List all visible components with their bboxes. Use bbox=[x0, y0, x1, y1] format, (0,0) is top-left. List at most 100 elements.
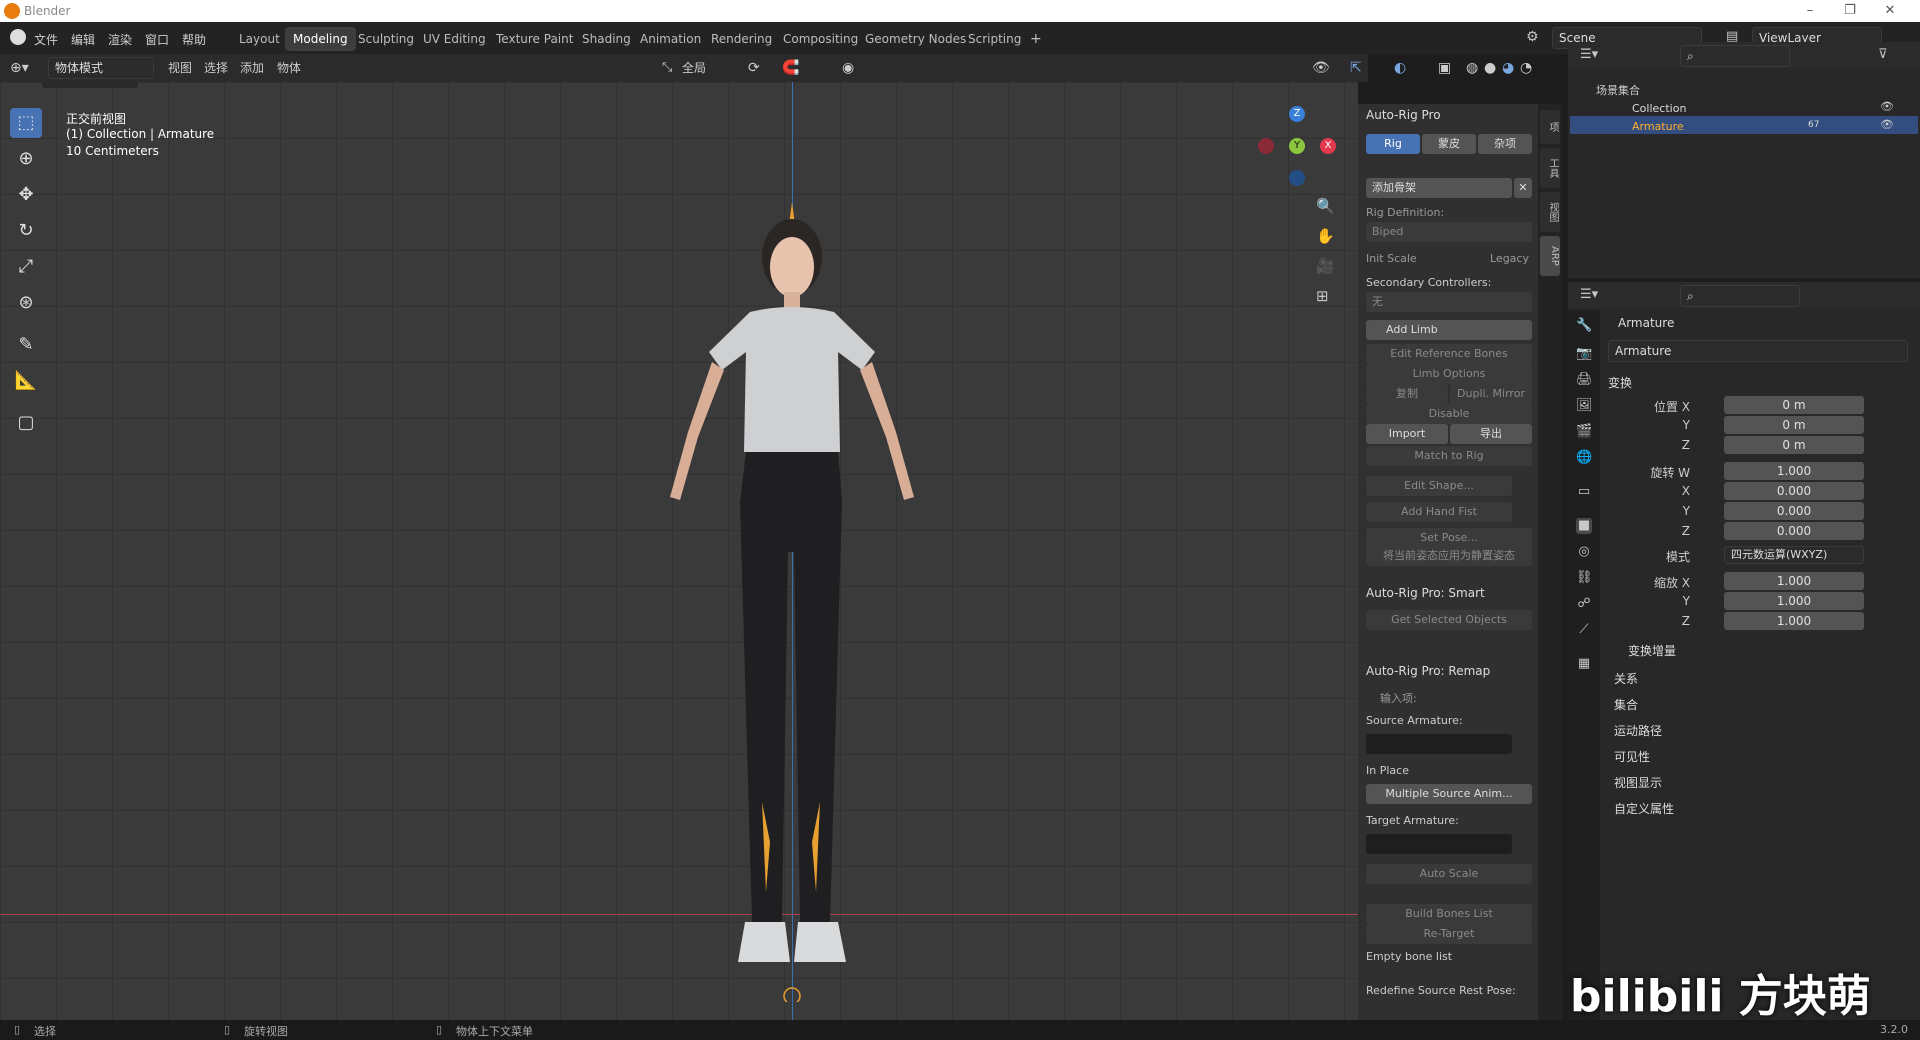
tab-uv-editing[interactable]: UV Editing bbox=[415, 27, 494, 51]
arp-panel-title[interactable]: Auto-Rig Pro bbox=[1366, 108, 1441, 122]
remove-armature-icon[interactable]: ✕ bbox=[1514, 178, 1532, 198]
outliner-editor-icon[interactable]: ☰▾ bbox=[1580, 47, 1598, 62]
rotate-icon[interactable]: ↻ bbox=[10, 216, 42, 246]
armature-data-tab-icon[interactable]: ☍ bbox=[1576, 596, 1592, 612]
tab-compositing[interactable]: Compositing bbox=[775, 27, 866, 51]
filter-icon[interactable]: ⊽ bbox=[1878, 47, 1888, 62]
rotation-z-field[interactable]: 0.000 bbox=[1724, 522, 1864, 540]
wireframe-shading-icon[interactable]: ◍ bbox=[1466, 58, 1478, 78]
3d-viewport[interactable]: 选项 正交前视图 (1) Collection | Armature 10 Ce… bbox=[0, 82, 1358, 1020]
scene-tab-icon[interactable]: 🎬 bbox=[1576, 424, 1592, 440]
match-to-rig-button[interactable]: Match to Rig bbox=[1366, 446, 1532, 466]
tab-scripting[interactable]: Scripting bbox=[960, 27, 1029, 51]
target-armature-field[interactable] bbox=[1366, 834, 1512, 854]
pivot-icon[interactable]: ⟳ bbox=[748, 58, 760, 78]
build-bones-list-button[interactable]: Build Bones List bbox=[1366, 904, 1532, 924]
menu-object[interactable]: 物体 bbox=[277, 58, 301, 78]
gizmo-x[interactable]: X bbox=[1320, 138, 1336, 154]
select-mode-buttons[interactable] bbox=[42, 82, 138, 88]
character-model[interactable] bbox=[600, 202, 980, 1002]
rotation-mode-dropdown[interactable]: 四元数运算(WXYZ) bbox=[1724, 546, 1864, 564]
bone-tab-icon[interactable]: ⟋ bbox=[1576, 622, 1592, 638]
add-hand-fist-button[interactable]: Add Hand Fist bbox=[1366, 502, 1512, 522]
blender-menu-icon[interactable] bbox=[10, 29, 26, 45]
location-z-field[interactable]: 0 m bbox=[1724, 436, 1864, 454]
add-limb-dropdown[interactable]: Add Limb bbox=[1366, 320, 1532, 340]
edit-reference-bones-button[interactable]: Edit Reference Bones bbox=[1366, 344, 1532, 364]
tab-rig[interactable]: Rig bbox=[1366, 134, 1420, 154]
tab-animation[interactable]: Animation bbox=[632, 27, 709, 51]
sidebar-tab-arp[interactable]: ARP bbox=[1540, 236, 1560, 276]
add-workspace-button[interactable]: + bbox=[1022, 27, 1050, 51]
tab-geometry-nodes[interactable]: Geometry Nodes bbox=[857, 27, 974, 51]
cursor-icon[interactable]: ⊕ bbox=[10, 144, 42, 174]
menu-add[interactable]: 添加 bbox=[240, 58, 264, 78]
overlay-icon[interactable]: ◐ bbox=[1394, 58, 1406, 78]
orientation-dropdown[interactable]: 全局 bbox=[682, 58, 706, 78]
visibility-section[interactable]: 可见性 bbox=[1614, 748, 1650, 765]
output-tab-icon[interactable]: 🖨 bbox=[1576, 372, 1593, 388]
relations-section[interactable]: 关系 bbox=[1614, 670, 1638, 687]
tab-texture-paint[interactable]: Texture Paint bbox=[488, 27, 581, 51]
gizmo-neg-x[interactable] bbox=[1258, 138, 1274, 154]
scale-z-field[interactable]: 1.000 bbox=[1724, 612, 1864, 630]
limb-options-button[interactable]: Limb Options bbox=[1366, 364, 1532, 384]
delta-transform-section[interactable]: 变换增量 bbox=[1628, 642, 1676, 659]
pan-hand-icon[interactable]: ✋ bbox=[1316, 227, 1335, 245]
collection-row[interactable]: Collection bbox=[1632, 102, 1686, 115]
menu-render[interactable]: 渲染 bbox=[108, 31, 132, 48]
tab-sculpting[interactable]: Sculpting bbox=[350, 27, 422, 51]
armature-row[interactable] bbox=[1570, 116, 1918, 134]
menu-view[interactable]: 视图 bbox=[168, 58, 192, 78]
location-x-field[interactable]: 0 m bbox=[1724, 396, 1864, 414]
scale-x-field[interactable]: 1.000 bbox=[1724, 572, 1864, 590]
datablock-field[interactable]: Armature bbox=[1608, 340, 1908, 362]
orientation-icon[interactable]: ⤡ bbox=[662, 58, 672, 78]
xray-icon[interactable]: ▣ bbox=[1438, 58, 1451, 78]
annotate-icon[interactable]: ✎ bbox=[10, 330, 42, 360]
select-box-icon[interactable]: ⬚ bbox=[10, 108, 42, 138]
mode-dropdown[interactable]: 物体模式 bbox=[48, 57, 154, 79]
solid-shading-icon[interactable]: ● bbox=[1484, 58, 1496, 78]
object-tab-icon[interactable]: ■ bbox=[1576, 518, 1592, 534]
outliner-search-input[interactable]: ⌕ bbox=[1680, 45, 1790, 67]
gizmo-icon[interactable]: ⇱ bbox=[1350, 58, 1362, 78]
grid-view-icon[interactable]: ⊞ bbox=[1316, 287, 1329, 305]
init-scale-checkbox[interactable]: Init Scale bbox=[1366, 252, 1417, 265]
tab-rendering[interactable]: Rendering bbox=[703, 27, 780, 51]
rendered-shading-icon[interactable]: ◔ bbox=[1520, 58, 1532, 78]
menu-help[interactable]: 帮助 bbox=[182, 31, 206, 48]
snap-icon[interactable]: 🧲 bbox=[782, 58, 799, 78]
zoom-icon[interactable]: 🔍 bbox=[1316, 197, 1335, 215]
tab-skin[interactable]: 蒙皮 bbox=[1422, 134, 1476, 154]
transform-section[interactable]: 变换 bbox=[1608, 374, 1632, 391]
minimize-icon[interactable]: – bbox=[1790, 0, 1830, 22]
visibility-eye-icon[interactable]: 👁 bbox=[1880, 100, 1894, 113]
sidebar-tab-tool[interactable]: 工具 bbox=[1540, 148, 1560, 188]
source-armature-field[interactable] bbox=[1366, 734, 1512, 754]
physics-tab-icon[interactable]: ◎ bbox=[1576, 544, 1592, 560]
armature-row-label[interactable]: Armature bbox=[1632, 120, 1684, 133]
view-layer-tab-icon[interactable]: 🖼 bbox=[1576, 398, 1593, 414]
gizmo-z[interactable]: Z bbox=[1289, 106, 1305, 122]
custom-properties-section[interactable]: 自定义属性 bbox=[1614, 800, 1674, 817]
disable-button[interactable]: Disable bbox=[1366, 404, 1532, 424]
visibility-icon[interactable]: 👁 bbox=[1312, 58, 1330, 78]
apply-rest-pose-button[interactable]: 将当前姿态应用为静置姿态 bbox=[1366, 546, 1532, 566]
constraints-tab-icon[interactable]: ⛓ bbox=[1576, 570, 1593, 586]
tab-shading[interactable]: Shading bbox=[574, 27, 639, 51]
collection-tab-icon[interactable]: ▭ bbox=[1576, 484, 1592, 500]
scene-collection-row[interactable]: 场景集合 bbox=[1596, 82, 1640, 98]
menu-edit[interactable]: 编辑 bbox=[71, 31, 95, 48]
properties-editor-icon[interactable]: ☰▾ bbox=[1580, 287, 1598, 302]
texture-tab-icon[interactable]: ▦ bbox=[1576, 656, 1592, 672]
maximize-icon[interactable]: ❐ bbox=[1830, 0, 1870, 22]
camera-icon[interactable]: 🎥 bbox=[1316, 257, 1335, 275]
move-icon[interactable]: ✥ bbox=[10, 180, 42, 210]
close-icon[interactable]: ✕ bbox=[1870, 0, 1910, 22]
add-armature-dropdown[interactable]: 添加骨架 bbox=[1366, 178, 1512, 198]
retarget-button[interactable]: Re-Target bbox=[1366, 924, 1532, 944]
tab-misc[interactable]: 杂项 bbox=[1478, 134, 1532, 154]
gizmo-neg-z[interactable] bbox=[1289, 170, 1305, 186]
rotation-x-field[interactable]: 0.000 bbox=[1724, 482, 1864, 500]
